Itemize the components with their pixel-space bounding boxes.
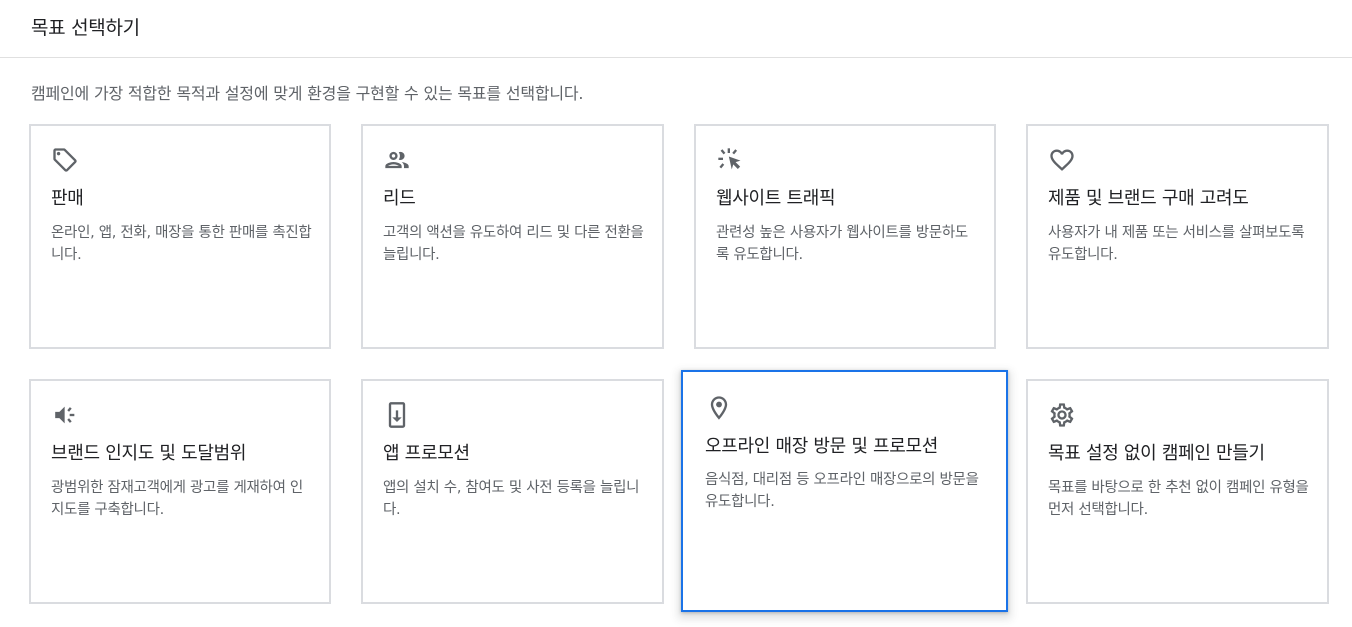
goal-title: 오프라인 매장 방문 및 프로모션 <box>705 436 939 457</box>
goal-title: 리드 <box>383 188 416 209</box>
goal-description: 사용자가 내 제품 또는 서비스를 살펴보도록 유도합니다. <box>1048 225 1305 263</box>
goal-card-website-traffic[interactable]: 웹사이트 트래픽 관련성 높은 사용자가 웹사이트를 방문하도록 유도합니다. <box>694 124 996 349</box>
goal-title: 제품 및 브랜드 구매 고려도 <box>1048 188 1249 209</box>
goal-card-sales[interactable]: 판매 온라인, 앱, 전화, 매장을 통한 판매를 촉진합니다. <box>29 124 331 349</box>
gear-icon <box>1048 401 1076 429</box>
phone-download-icon <box>383 401 411 429</box>
goal-card-app-promotion[interactable]: 앱 프로모션 앱의 설치 수, 참여도 및 사전 등록을 늘립니다. <box>361 379 664 604</box>
page-subtitle: 캠페인에 가장 적합한 목적과 설정에 맞게 환경을 구현할 수 있는 목표를 … <box>31 84 584 103</box>
goal-description: 관련성 높은 사용자가 웹사이트를 방문하도록 유도합니다. <box>716 225 968 263</box>
goal-description: 음식점, 대리점 등 오프라인 매장으로의 방문을 유도합니다. <box>705 472 979 510</box>
cursor-click-icon <box>716 146 744 174</box>
goal-card-no-goal[interactable]: 목표 설정 없이 캠페인 만들기 목표를 바탕으로 한 추천 없이 캠페인 유형… <box>1026 379 1329 604</box>
goal-title: 웹사이트 트래픽 <box>716 188 836 209</box>
goal-title: 브랜드 인지도 및 도달범위 <box>51 443 247 464</box>
goal-description: 온라인, 앱, 전화, 매장을 통한 판매를 촉진합니다. <box>51 225 312 263</box>
goal-card-consideration[interactable]: 제품 및 브랜드 구매 고려도 사용자가 내 제품 또는 서비스를 살펴보도록 … <box>1026 124 1329 349</box>
goal-description: 광범위한 잠재고객에게 광고를 게재하여 인지도를 구축합니다. <box>51 480 303 518</box>
page-title: 목표 선택하기 <box>31 17 140 39</box>
tag-icon <box>51 146 79 174</box>
goal-description: 목표를 바탕으로 한 추천 없이 캠페인 유형을 먼저 선택합니다. <box>1048 480 1309 518</box>
megaphone-icon <box>51 401 79 429</box>
people-icon <box>383 146 411 174</box>
location-pin-icon <box>705 394 733 422</box>
goal-title: 판매 <box>51 188 84 209</box>
page-header: 목표 선택하기 <box>0 0 1352 58</box>
goal-description: 고객의 액션을 유도하여 리드 및 다른 전환을 늘립니다. <box>383 225 644 263</box>
heart-icon <box>1048 146 1076 174</box>
goal-card-local-store-visits[interactable]: 오프라인 매장 방문 및 프로모션 음식점, 대리점 등 오프라인 매장으로의 … <box>681 370 1008 612</box>
goal-card-leads[interactable]: 리드 고객의 액션을 유도하여 리드 및 다른 전환을 늘립니다. <box>361 124 664 349</box>
goal-description: 앱의 설치 수, 참여도 및 사전 등록을 늘립니다. <box>383 480 640 518</box>
goal-title: 앱 프로모션 <box>383 443 470 464</box>
goal-title: 목표 설정 없이 캠페인 만들기 <box>1048 443 1265 464</box>
goal-card-brand-awareness[interactable]: 브랜드 인지도 및 도달범위 광범위한 잠재고객에게 광고를 게재하여 인지도를… <box>29 379 331 604</box>
